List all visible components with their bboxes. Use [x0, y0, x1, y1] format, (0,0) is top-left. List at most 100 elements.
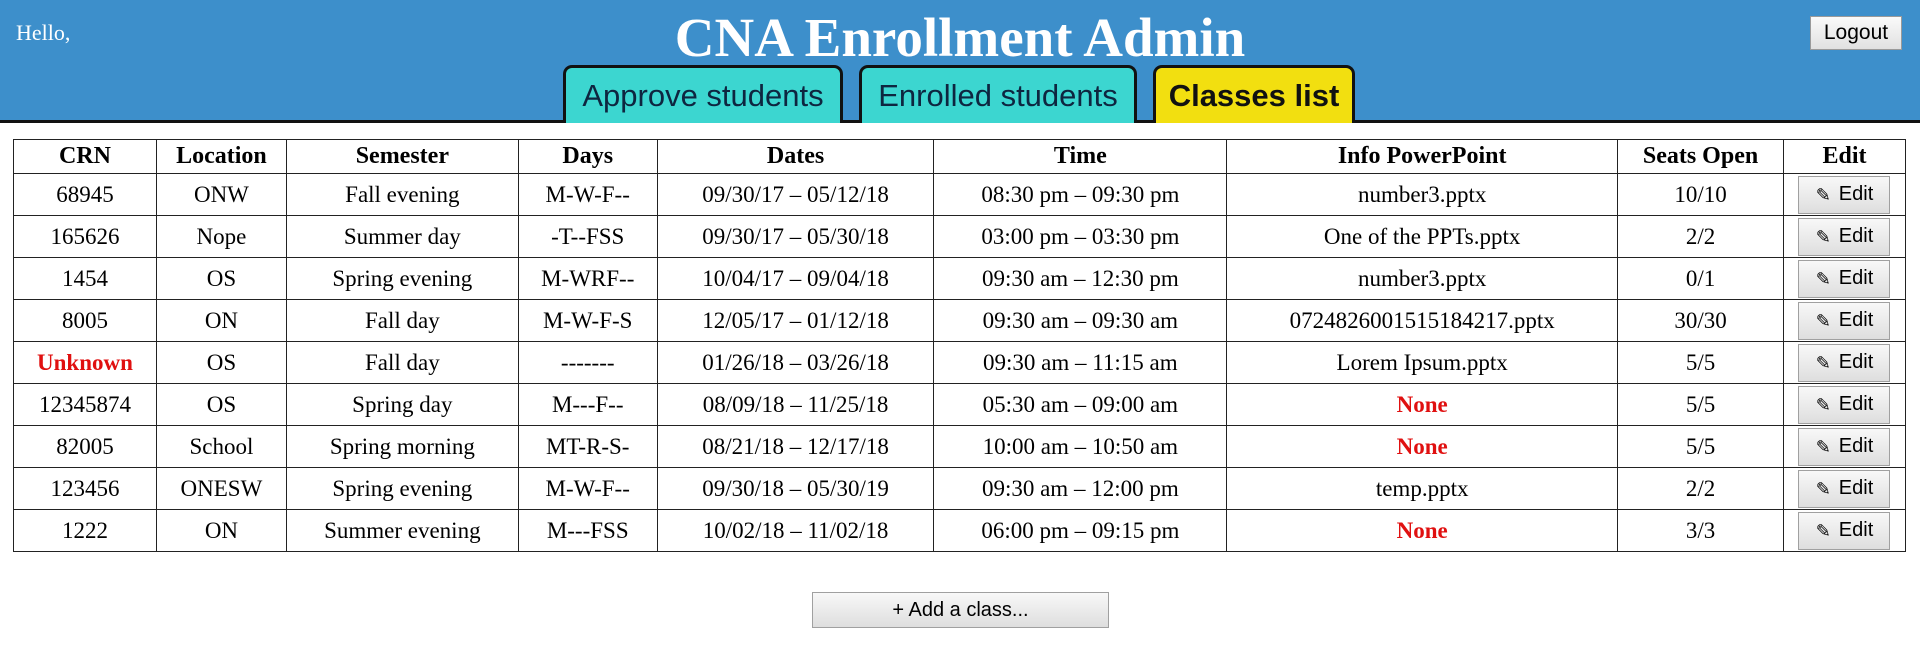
add-class-button[interactable]: + Add a class...: [812, 592, 1109, 628]
edit-button[interactable]: ✎ Edit: [1798, 469, 1891, 508]
cell-semester: Spring morning: [285, 425, 519, 468]
cell-seats-open: 30/30: [1617, 299, 1784, 342]
edit-button[interactable]: ✎ Edit: [1798, 175, 1891, 214]
cell-semester: Summer day: [285, 215, 519, 258]
cell-edit: ✎ Edit: [1782, 299, 1907, 342]
column-header-time[interactable]: Time: [933, 139, 1228, 174]
table-row: 12345874 OS Spring day M---F-- 08/09/18 – 11…: [13, 383, 1907, 426]
cell-crn: 8005: [13, 299, 157, 342]
cell-seats-open: 5/5: [1617, 425, 1784, 468]
cell-info-powerpoint: None: [1226, 509, 1619, 552]
pencil-icon: ✎: [1815, 268, 1831, 289]
tab-enrolled-students[interactable]: Enrolled students: [859, 65, 1137, 123]
column-header-edit: Edit: [1782, 139, 1907, 174]
cell-days: -------: [517, 341, 658, 384]
edit-button[interactable]: ✎ Edit: [1798, 385, 1891, 424]
column-header-info-powerpoint[interactable]: Info PowerPoint: [1226, 139, 1619, 174]
cell-edit: ✎ Edit: [1782, 173, 1907, 216]
cell-info-powerpoint: None: [1226, 425, 1619, 468]
edit-button-label: Edit: [1838, 183, 1874, 205]
cell-time: 06:00 pm – 09:15 pm: [933, 509, 1228, 552]
cell-location: School: [155, 425, 287, 468]
cell-crn: 165626: [13, 215, 157, 258]
table-row: 8005 ON Fall day M-W-F-S 12/05/17 – 01/12/18…: [13, 299, 1907, 342]
cell-days: M-W-F--: [517, 173, 658, 216]
table-row: Unknown OS Fall day ------- 01/26/18 – 03/26…: [13, 341, 1907, 384]
edit-button-label: Edit: [1838, 351, 1874, 373]
cell-seats-open: 2/2: [1617, 215, 1784, 258]
edit-button-label: Edit: [1838, 309, 1874, 331]
cell-edit: ✎ Edit: [1782, 383, 1907, 426]
cell-dates: 08/09/18 – 11/25/18: [656, 383, 935, 426]
edit-button[interactable]: ✎ Edit: [1798, 427, 1891, 466]
cell-semester: Fall day: [285, 299, 519, 342]
pencil-icon: ✎: [1815, 478, 1831, 499]
table-row: 68945 ONW Fall evening M-W-F-- 09/30/17 – 05…: [13, 173, 1907, 216]
pencil-icon: ✎: [1815, 436, 1831, 457]
edit-button[interactable]: ✎ Edit: [1798, 343, 1891, 382]
pencil-icon: ✎: [1815, 520, 1831, 541]
cell-dates: 09/30/17 – 05/12/18: [656, 173, 935, 216]
cell-dates: 09/30/18 – 05/30/19: [656, 467, 935, 510]
column-header-dates[interactable]: Dates: [656, 139, 935, 174]
table-body: 68945 ONW Fall evening M-W-F-- 09/30/17 – 05…: [13, 173, 1907, 552]
cell-seats-open: 0/1: [1617, 257, 1784, 300]
cell-info-powerpoint: number3.pptx: [1226, 173, 1619, 216]
cell-time: 08:30 pm – 09:30 pm: [933, 173, 1228, 216]
edit-button[interactable]: ✎ Edit: [1798, 217, 1891, 256]
edit-button[interactable]: ✎ Edit: [1798, 511, 1891, 550]
table-row: 1454 OS Spring evening M-WRF-- 10/04/17 – 09…: [13, 257, 1907, 300]
column-header-crn[interactable]: CRN: [13, 139, 157, 174]
table-row: 165626 Nope Summer day -T--FSS 09/30/17 – 05…: [13, 215, 1907, 258]
cell-edit: ✎ Edit: [1782, 467, 1907, 510]
cell-crn: 68945: [13, 173, 157, 216]
pencil-icon: ✎: [1815, 310, 1831, 331]
table-header-row: CRN Location Semester Days Dates Time In…: [13, 139, 1907, 174]
classes-table: CRN Location Semester Days Dates Time In…: [13, 139, 1907, 552]
tab-approve-students[interactable]: Approve students: [563, 65, 843, 123]
app-header: Hello, CNA Enrollment Admin Logout Appro…: [0, 0, 1920, 123]
cell-time: 03:00 pm – 03:30 pm: [933, 215, 1228, 258]
table-row: 1222 ON Summer evening M---FSS 10/02/18 – 11…: [13, 509, 1907, 552]
cell-info-powerpoint: 0724826001515184217.pptx: [1226, 299, 1619, 342]
column-header-location[interactable]: Location: [155, 139, 287, 174]
cell-days: M---FSS: [517, 509, 658, 552]
edit-button-label: Edit: [1838, 435, 1874, 457]
column-header-semester[interactable]: Semester: [285, 139, 519, 174]
edit-button[interactable]: ✎ Edit: [1798, 301, 1891, 340]
pencil-icon: ✎: [1815, 394, 1831, 415]
table-row: 123456 ONESW Spring evening M-W-F-- 09/30/18…: [13, 467, 1907, 510]
cell-seats-open: 5/5: [1617, 341, 1784, 384]
pencil-icon: ✎: [1815, 226, 1831, 247]
cell-semester: Fall day: [285, 341, 519, 384]
edit-button-label: Edit: [1838, 393, 1874, 415]
cell-location: ON: [155, 509, 287, 552]
cell-location: ONW: [155, 173, 287, 216]
cell-time: 09:30 am – 12:00 pm: [933, 467, 1228, 510]
column-header-seats-open[interactable]: Seats Open: [1617, 139, 1784, 174]
cell-crn: 12345874: [13, 383, 157, 426]
cell-seats-open: 10/10: [1617, 173, 1784, 216]
cell-edit: ✎ Edit: [1782, 257, 1907, 300]
cell-time: 05:30 am – 09:00 am: [933, 383, 1228, 426]
cell-semester: Spring evening: [285, 467, 519, 510]
edit-button[interactable]: ✎ Edit: [1798, 259, 1891, 298]
cell-info-powerpoint: None: [1226, 383, 1619, 426]
logout-button[interactable]: Logout: [1810, 16, 1902, 50]
cell-crn: 1222: [13, 509, 157, 552]
cell-crn: Unknown: [13, 341, 157, 384]
edit-button-label: Edit: [1838, 519, 1874, 541]
tab-classes-list[interactable]: Classes list: [1153, 65, 1355, 123]
column-header-days[interactable]: Days: [517, 139, 658, 174]
cell-info-powerpoint: One of the PPTs.pptx: [1226, 215, 1619, 258]
cell-time: 10:00 am – 10:50 am: [933, 425, 1228, 468]
page-title: CNA Enrollment Admin: [674, 7, 1246, 68]
table-row: 82005 School Spring morning MT-R-S- 08/21/18…: [13, 425, 1907, 468]
cell-info-powerpoint: temp.pptx: [1226, 467, 1619, 510]
pencil-icon: ✎: [1815, 352, 1831, 373]
cell-location: OS: [155, 341, 287, 384]
cell-days: M---F--: [517, 383, 658, 426]
cell-days: MT-R-S-: [517, 425, 658, 468]
cell-semester: Spring evening: [285, 257, 519, 300]
cell-crn: 123456: [13, 467, 157, 510]
